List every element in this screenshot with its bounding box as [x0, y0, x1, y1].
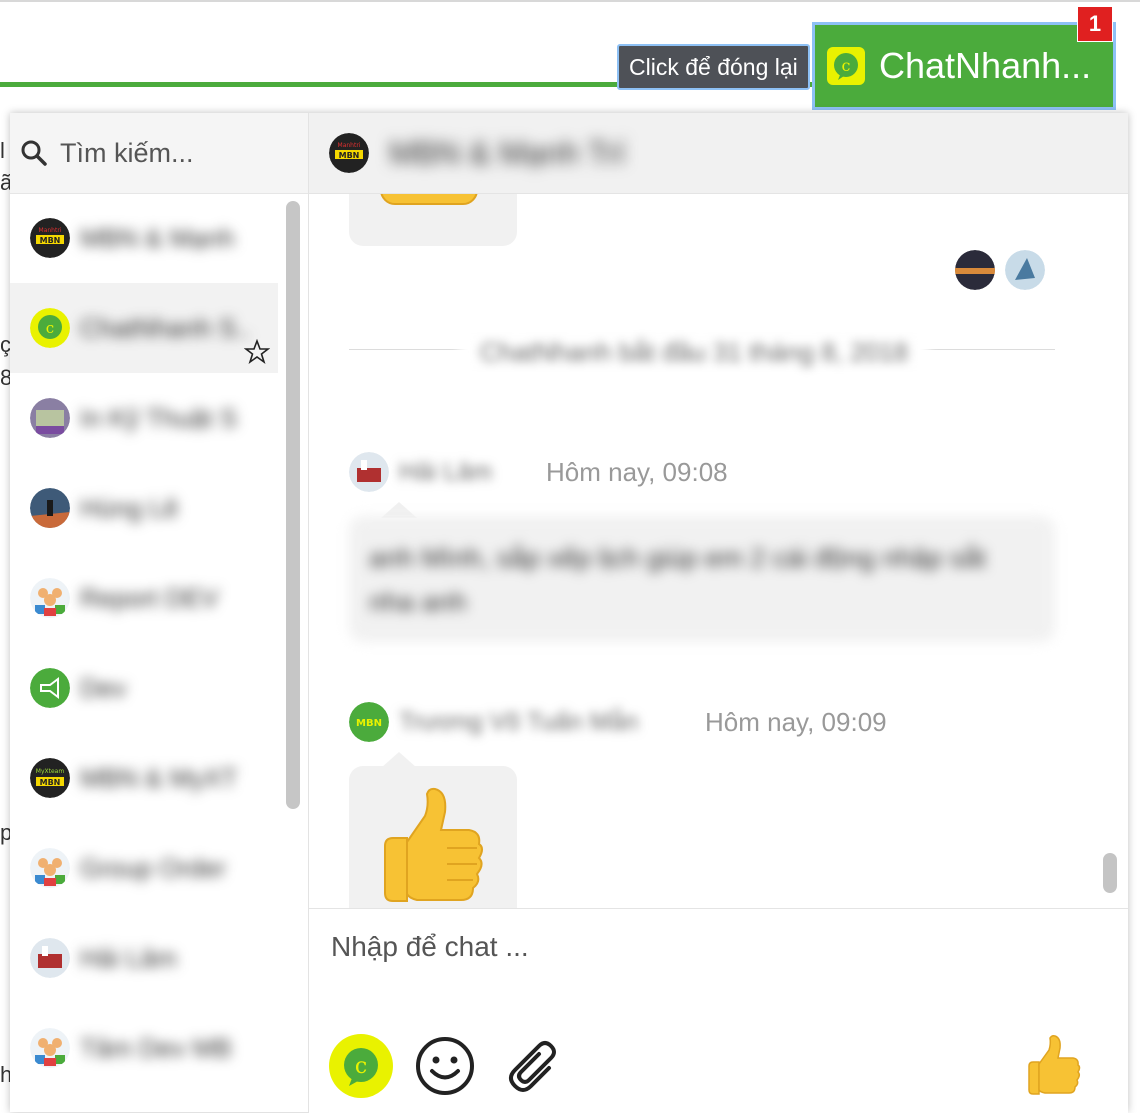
- conversation-item[interactable]: Hải Lâm: [10, 913, 278, 1003]
- header-avatar: MBN Manhtri: [329, 133, 369, 173]
- launcher-title: ChatNhanh...: [879, 45, 1092, 86]
- svg-text:c: c: [46, 319, 54, 337]
- conversation-name: Tâm Dev MB: [80, 1032, 232, 1063]
- emoji-message-bubble: [349, 766, 517, 908]
- avatar: MBN Manhtri: [30, 218, 70, 258]
- conversation-scrollbar[interactable]: [1103, 853, 1117, 893]
- svg-text:c: c: [355, 1054, 367, 1079]
- thumbs-up-icon: [380, 194, 478, 205]
- message-text: anh Mình, sắp xếp lịch giúp em 2 cái độn…: [349, 516, 1055, 642]
- svg-text:MBN: MBN: [40, 236, 61, 245]
- message-time: Hôm nay, 09:09: [705, 707, 887, 737]
- chat-panel: MBN Manhtri MBN & Mạnh c ChatNhanh S... I…: [10, 113, 1128, 1113]
- conversation-name: Hùng Lê: [80, 492, 179, 523]
- composer: c: [309, 908, 1128, 1113]
- message-input[interactable]: [329, 921, 1093, 973]
- conversation-item[interactable]: In Kỹ Thuật S: [10, 373, 278, 463]
- seen-avatar: [1005, 250, 1045, 290]
- conversation-name: MBN & Mạnh: [80, 222, 235, 253]
- svg-text:c: c: [842, 56, 851, 75]
- date-divider-text: ChatNhanh bắt đầu 31 tháng 8, 2018: [459, 332, 929, 372]
- chatnhanh-logo-icon: c: [344, 1048, 378, 1086]
- unread-badge: 1: [1077, 6, 1113, 42]
- sender-name: Trương Võ Tuấn Mẫn: [399, 708, 639, 736]
- conversation-item[interactable]: MBN Manhtri MBN & Mạnh: [10, 193, 278, 283]
- megaphone-avatar: [30, 668, 70, 708]
- conversation-item[interactable]: Report DEV: [10, 553, 278, 643]
- avatar: [30, 488, 70, 528]
- conversation-item[interactable]: MBN MyXteam MBN & MyXT: [10, 733, 278, 823]
- search-bar: [10, 113, 308, 194]
- chatnhanh-menu-button[interactable]: c: [329, 1034, 393, 1098]
- conversation-item[interactable]: Hùng Lê: [10, 463, 278, 553]
- sender-name: Hải Lâm: [399, 458, 493, 486]
- conversation-item[interactable]: c ChatNhanh S...: [10, 283, 278, 373]
- svg-text:Manhtri: Manhtri: [39, 227, 62, 234]
- conversation-item[interactable]: Group Order: [10, 823, 278, 913]
- sender-avatar: [349, 452, 389, 492]
- search-icon[interactable]: [20, 139, 48, 167]
- svg-text:Manhtri: Manhtri: [338, 142, 361, 149]
- conversation-list: MBN Manhtri MBN & Mạnh c ChatNhanh S... I…: [10, 193, 278, 1112]
- group-avatar: [30, 848, 70, 888]
- search-input[interactable]: [58, 136, 292, 170]
- message-time: Hôm nay, 09:08: [546, 457, 728, 487]
- seen-avatar: [955, 250, 995, 290]
- sender-avatar: MBN: [349, 702, 389, 742]
- conversation-sidebar: MBN Manhtri MBN & Mạnh c ChatNhanh S... I…: [10, 113, 309, 1112]
- conversation-item[interactable]: Tâm Dev MB: [10, 1003, 278, 1093]
- group-avatar: [30, 1028, 70, 1068]
- conversation-header: MBN Manhtri MBN & Mạnh Trí: [309, 113, 1128, 194]
- close-tooltip[interactable]: Click để đóng lại: [617, 44, 810, 90]
- svg-text:MBN: MBN: [40, 778, 61, 787]
- chat-launcher-button[interactable]: c ChatNhanh... 1: [812, 6, 1116, 110]
- page-top-border: [0, 0, 1140, 2]
- like-button-icon[interactable]: [1023, 1034, 1087, 1098]
- message-bubble: [349, 194, 517, 246]
- star-icon[interactable]: [244, 339, 270, 365]
- sidebar-scrollbar[interactable]: [286, 201, 300, 809]
- conversation-item[interactable]: Dev: [10, 643, 278, 733]
- conversation-name: Group Order: [80, 852, 226, 883]
- avatar: [30, 398, 70, 438]
- conversation-name: Dev: [80, 672, 127, 703]
- conversation-name: Report DEV: [80, 582, 219, 613]
- avatar: c: [30, 308, 70, 348]
- conversation-title: MBN & Mạnh Trí: [389, 134, 626, 171]
- avatar: MBN MyXteam: [30, 758, 70, 798]
- emoji-icon[interactable]: [413, 1034, 477, 1098]
- message-area: ChatNhanh bắt đầu 31 tháng 8, 2018 Hải L…: [309, 194, 1109, 908]
- conversation-name: ChatNhanh S...: [80, 312, 250, 343]
- conversation-name: Hải Lâm: [80, 942, 177, 973]
- thumbs-up-icon: [384, 787, 483, 902]
- conversation-name: MBN & MyXT: [80, 762, 238, 793]
- group-avatar: [30, 578, 70, 618]
- bg-text-fragment: l: [0, 138, 5, 163]
- svg-text:MyXteam: MyXteam: [36, 768, 65, 775]
- svg-text:MBN: MBN: [339, 151, 360, 160]
- svg-text:MBN: MBN: [356, 718, 382, 729]
- attachment-icon[interactable]: [503, 1034, 567, 1098]
- avatar: [30, 938, 70, 978]
- conversation-name: In Kỹ Thuật S: [80, 402, 238, 433]
- chatnhanh-logo-icon: c: [827, 47, 865, 85]
